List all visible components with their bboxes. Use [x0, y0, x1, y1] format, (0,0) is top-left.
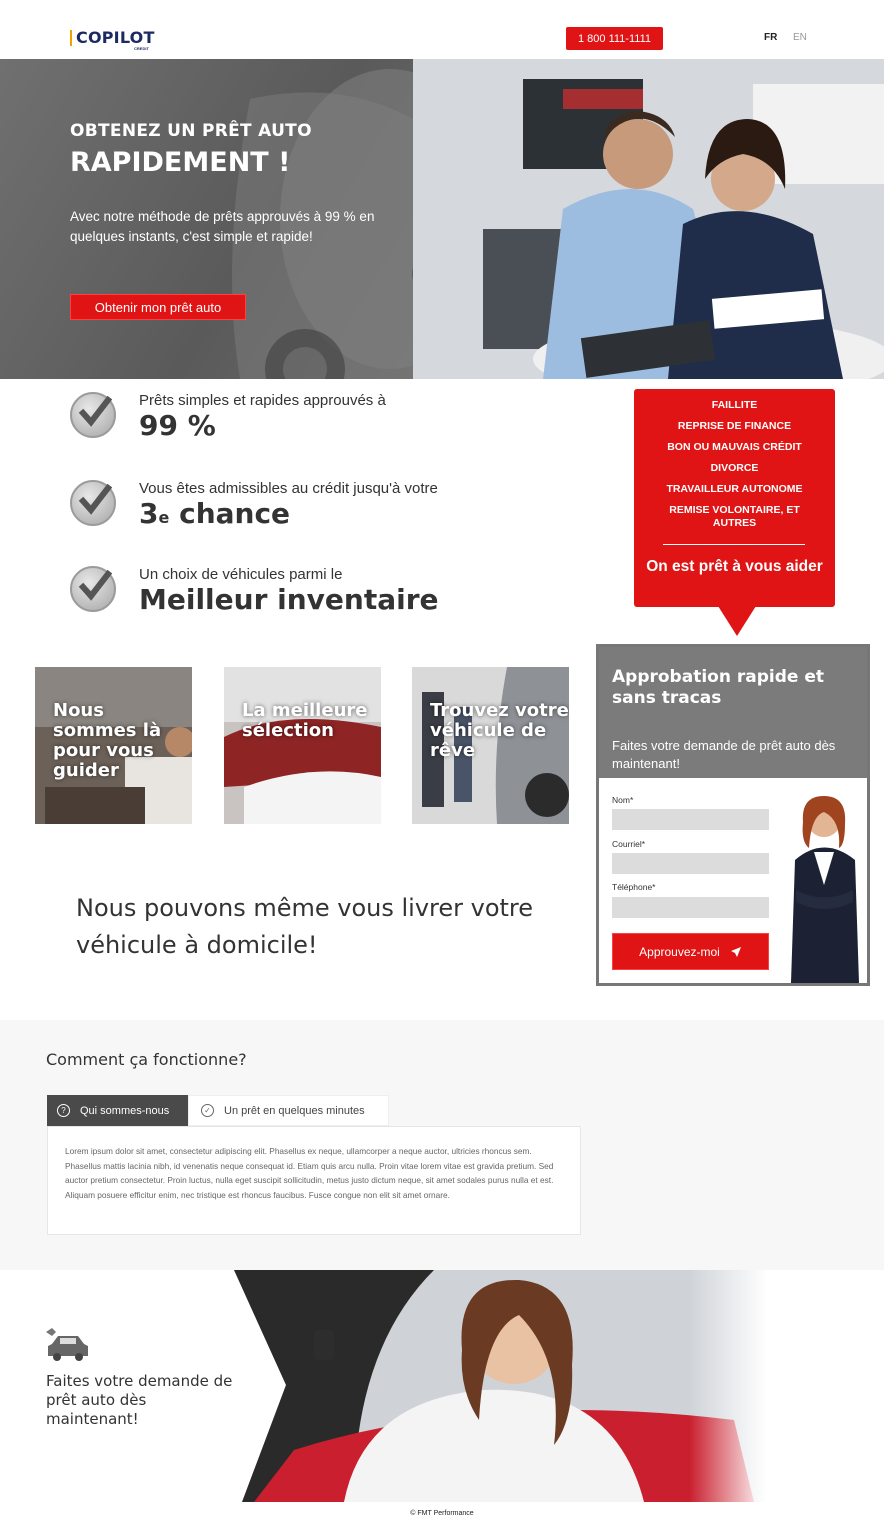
promo-text: Faites votre demande de prêt auto dès ma… [46, 1372, 233, 1428]
checkmark-icon [70, 392, 116, 438]
hero-photo-illustration [413, 59, 884, 379]
checkmark-icon [70, 480, 116, 526]
feature-headline: 3e chance [139, 497, 290, 530]
tile-label: Nous sommes là pour vous guider [53, 700, 162, 781]
feature-caption: Vous êtes admissibles au crédit jusqu'à … [139, 480, 438, 497]
logo-accent-bar [70, 30, 72, 46]
feature-credit-chance: Vous êtes admissibles au crédit jusqu'à … [70, 480, 530, 540]
situations-divider [663, 544, 805, 545]
situation-item: FAILLITE [711, 399, 758, 411]
form-title: Approbation rapide et sans tracas [612, 667, 824, 708]
form-description: Faites votre demande de prêt auto dès ma… [612, 738, 836, 771]
feature-inventory: Un choix de véhicules parmi le Meilleur … [70, 566, 530, 626]
situations-box: FAILLITE REPRISE DE FINANCE BON OU MAUVA… [634, 389, 835, 607]
form-header: Approbation rapide et sans tracas Faites… [599, 647, 867, 778]
feature-headline-word: chance [169, 497, 291, 530]
delivery-message: Nous pouvons même vous livrer votre véhi… [76, 894, 534, 959]
check-circle-icon: ✓ [201, 1104, 214, 1117]
situation-item: REMISE VOLONTAIRE, ET AUTRES [669, 504, 800, 529]
tab-label: Qui sommes-nous [80, 1104, 170, 1117]
logo-subtext: CREDIT [134, 46, 149, 51]
feature-approval-rate: Prêts simples et rapides approuvés à 99 … [70, 392, 530, 452]
how-it-works-section: Comment ça fonctionne? ? Qui sommes-nous… [0, 1020, 884, 1270]
tab-loan-in-minutes[interactable]: ✓ Un prêt en quelques minutes [188, 1095, 389, 1126]
approve-me-button[interactable]: Approuvez-moi [612, 933, 769, 970]
phone-button[interactable]: 1 800 111-1111 [566, 27, 663, 50]
tab-who-we-are[interactable]: ? Qui sommes-nous [47, 1095, 188, 1126]
hero-left-panel: OBTENEZ UN PRÊT AUTO RAPIDEMENT ! Avec n… [0, 59, 413, 379]
feature-headline: 99 % [139, 409, 216, 442]
hero-description: Avec notre méthode de prêts approuvés à … [70, 209, 375, 244]
question-circle-icon: ? [57, 1104, 70, 1117]
situation-item: DIVORCE [710, 462, 759, 474]
tile-dream-vehicle[interactable]: Trouvez votre véhicule de rêve [412, 667, 569, 824]
logo-text: COPILOT [76, 28, 155, 47]
feature-caption: Prêts simples et rapides approuvés à [139, 392, 386, 409]
hero-title: RAPIDEMENT ! [70, 147, 291, 178]
lang-en-link[interactable]: EN [793, 32, 807, 43]
hero-kicker: OBTENEZ UN PRÊT AUTO [70, 121, 312, 141]
tab-panel-content: Lorem ipsum dolor sit amet, consectetur … [47, 1126, 581, 1235]
tab-label: Un prêt en quelques minutes [224, 1104, 365, 1117]
name-label: Nom* [612, 795, 634, 805]
phone-field[interactable] [612, 897, 769, 918]
copilot-logo[interactable]: COPILOT CREDIT [70, 28, 160, 51]
situation-item: REPRISE DE FINANCE [677, 420, 792, 432]
promo-photo-woman-car [234, 1270, 884, 1502]
tile-label: La meilleure sélection [242, 700, 368, 741]
tile-selection[interactable]: La meilleure sélection [224, 667, 381, 824]
hero-photo-couple [413, 59, 884, 379]
car-loan-icon [46, 1328, 88, 1361]
situations-arrow [718, 606, 756, 636]
feature-caption: Un choix de véhicules parmi le [139, 566, 343, 583]
feature-headline-number: 3 [139, 497, 159, 530]
help-message: On est prêt à vous aider [646, 558, 823, 575]
tile-label: Trouvez votre véhicule de rêve [430, 700, 569, 761]
businesswoman-photo [791, 796, 859, 983]
situation-item: TRAVAILLEUR AUTONOME [666, 483, 803, 495]
how-it-works-title: Comment ça fonctionne? [46, 1050, 247, 1069]
tile-guide[interactable]: Nous sommes là pour vous guider [35, 667, 192, 824]
situations-list: FAILLITE REPRISE DE FINANCE BON OU MAUVA… [634, 389, 835, 530]
loan-application-form: Approbation rapide et sans tracas Faites… [596, 644, 870, 986]
approve-me-label: Approuvez-moi [639, 944, 720, 959]
feature-headline-suffix: e [158, 508, 170, 527]
tile-selection-image [224, 667, 381, 824]
site-header: COPILOT CREDIT 1 800 111-1111 FR EN [0, 0, 884, 59]
situation-item: BON OU MAUVAIS CRÉDIT [667, 441, 802, 453]
email-label: Courriel* [612, 839, 646, 849]
lang-fr-link[interactable]: FR [764, 32, 777, 43]
promo-banner: Faites votre demande de prêt auto dès ma… [0, 1270, 884, 1502]
get-loan-button[interactable]: Obtenir mon prêt auto [70, 294, 246, 320]
checkmark-icon [70, 566, 116, 612]
hero-section: OBTENEZ UN PRÊT AUTO RAPIDEMENT ! Avec n… [0, 59, 884, 379]
footer-copyright: © FMT Performance [410, 1510, 474, 1517]
send-icon [730, 946, 741, 957]
feature-headline: Meilleur inventaire [139, 583, 439, 616]
phone-label: Téléphone* [612, 882, 656, 892]
name-field[interactable] [612, 809, 769, 830]
email-field[interactable] [612, 853, 769, 874]
